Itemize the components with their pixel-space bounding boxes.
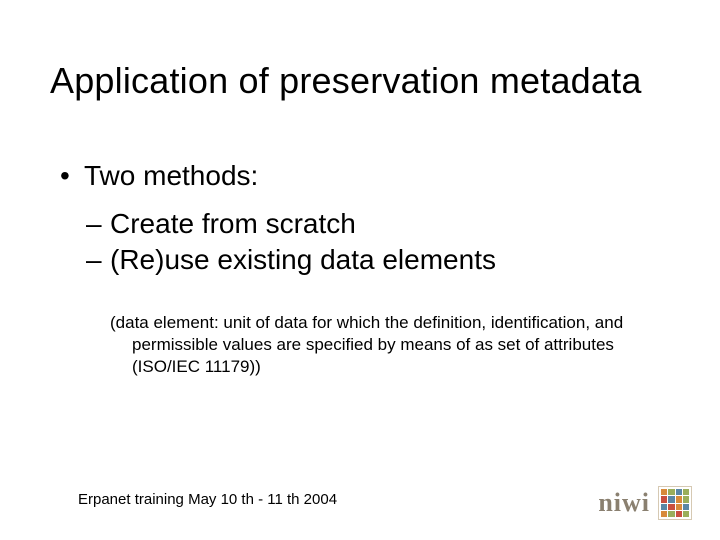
bullet-level2-item: (Re)use existing data elements (110, 244, 660, 276)
footer-text: Erpanet training May 10 th - 11 th 2004 (78, 491, 337, 508)
slide-title: Application of preservation metadata (50, 60, 680, 102)
logo-text: niwi (598, 488, 650, 518)
logo: niwi (598, 486, 692, 520)
slide: Application of preservation metadata Two… (0, 0, 720, 540)
definition-note: (data element: unit of data for which th… (110, 312, 650, 377)
definition-note-text: (data element: unit of data for which th… (110, 312, 650, 377)
bullet-level2-item: Create from scratch (110, 208, 660, 240)
bullet-level1: Two methods: (84, 160, 660, 192)
slide-body: Two methods: Create from scratch (Re)use… (60, 160, 660, 377)
logo-mark-icon (658, 486, 692, 520)
